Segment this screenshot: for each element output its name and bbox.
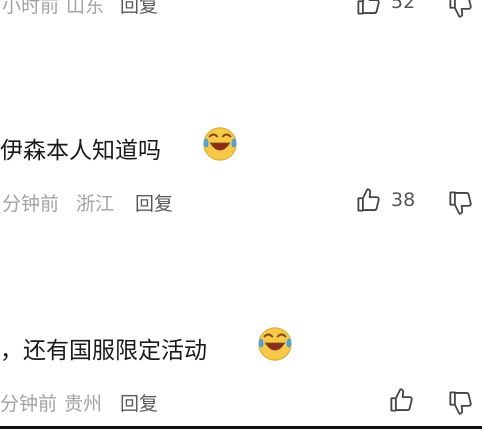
- laughing-crying-emoji: [256, 325, 294, 363]
- comment-location: 山东: [66, 0, 105, 17]
- comment-text: ，还有国服限定活动: [0, 338, 207, 364]
- comment-time: 分钟前: [0, 393, 58, 415]
- like-count: 52: [391, 0, 416, 13]
- comment-text: 伊森本人知道吗: [0, 138, 161, 164]
- thumbs-down-icon[interactable]: [447, 189, 474, 216]
- thumbs-up-icon[interactable]: [355, 0, 382, 17]
- comment-location: 贵州: [64, 393, 103, 415]
- thumbs-down-icon[interactable]: [447, 0, 474, 19]
- reply-button[interactable]: 回复: [135, 189, 173, 216]
- laughing-crying-emoji: [201, 125, 239, 163]
- comment-location: 浙江: [76, 193, 115, 215]
- comment-time: 小时前: [2, 0, 60, 17]
- thumbs-down-icon[interactable]: [447, 389, 474, 416]
- like-count: 38: [391, 189, 416, 211]
- thumbs-up-icon[interactable]: [388, 387, 415, 414]
- comment-section: 小时前 山东 回复 52 伊森本人知道吗 分钟前 浙江 回复 38 ，还有国服限…: [0, 0, 482, 429]
- thumbs-up-icon[interactable]: [355, 187, 382, 214]
- reply-button[interactable]: 回复: [120, 0, 158, 18]
- reply-button[interactable]: 回复: [120, 389, 158, 416]
- comment-time: 分钟前: [2, 193, 60, 215]
